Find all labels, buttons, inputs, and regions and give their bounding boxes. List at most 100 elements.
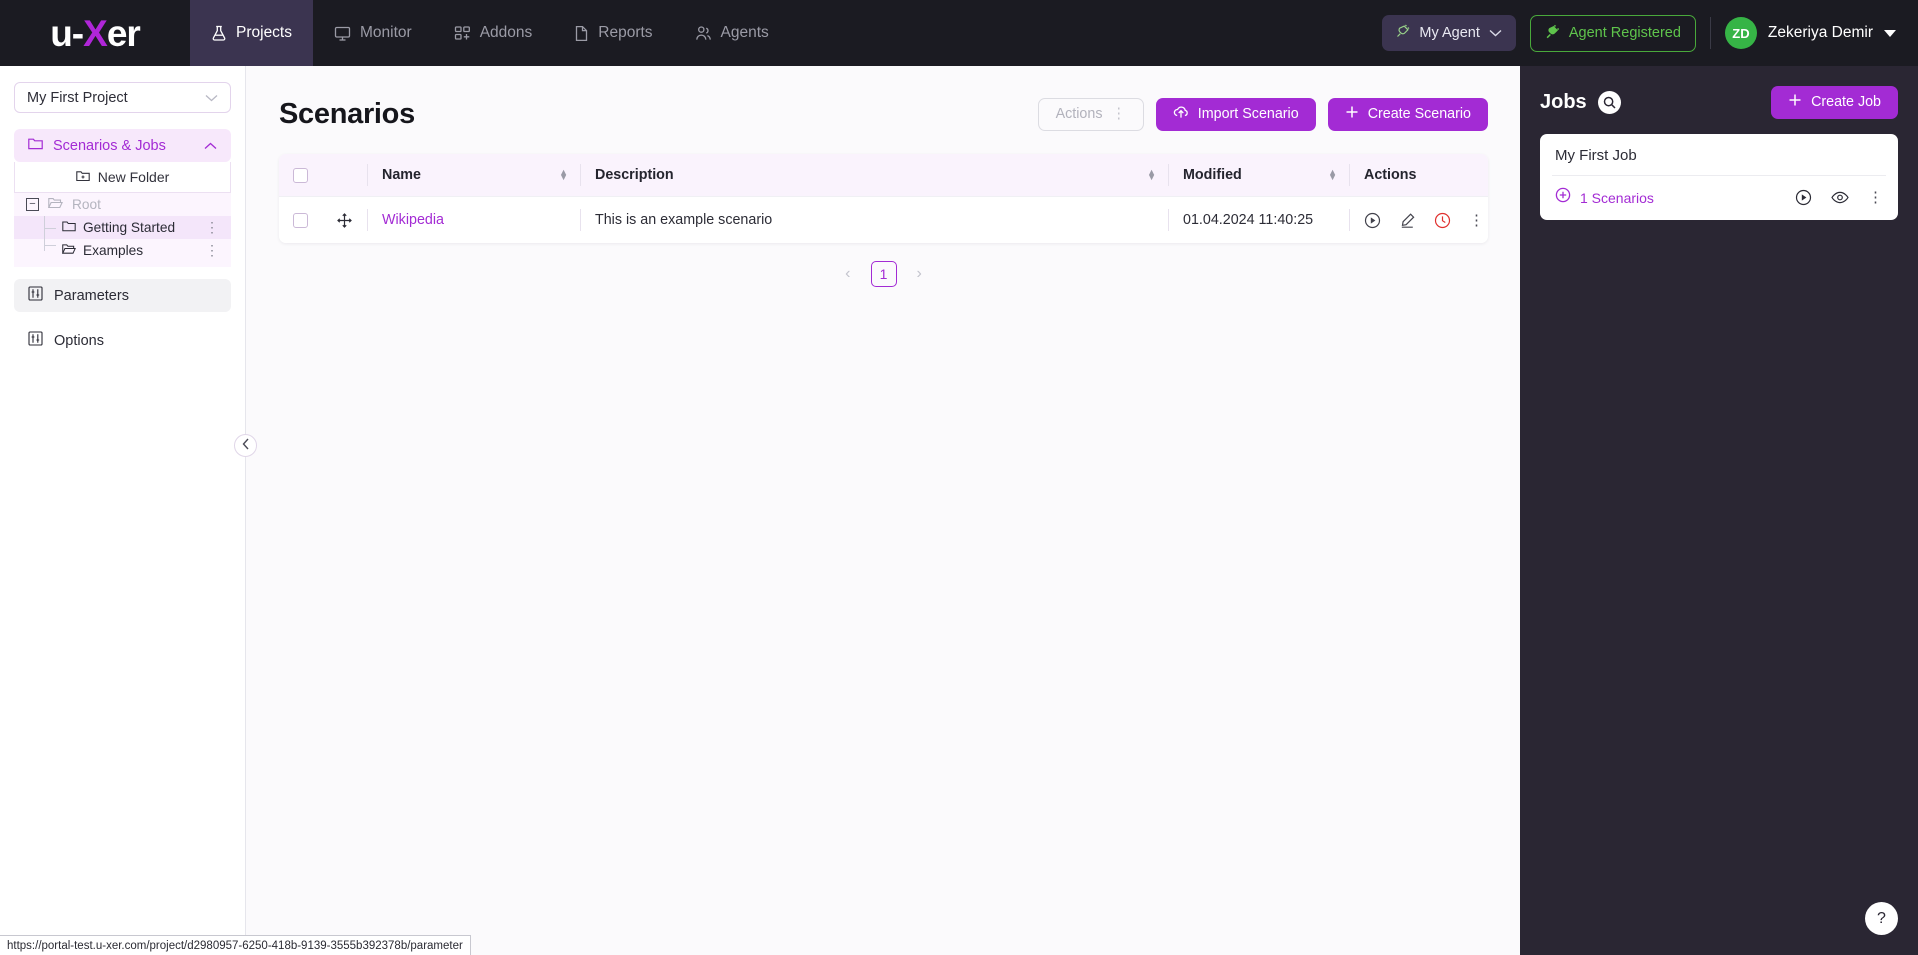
tree-item-label: Root: [72, 197, 101, 212]
status-bar: https://portal-test.u-xer.com/project/d2…: [0, 935, 471, 955]
import-scenario-label: Import Scenario: [1197, 106, 1299, 122]
cell-name: Wikipedia: [368, 212, 580, 228]
select-all-cell: [279, 167, 321, 183]
people-icon: [695, 25, 712, 42]
nav-item-addons[interactable]: Addons: [433, 0, 554, 66]
jobs-header: Jobs Create Job: [1540, 84, 1898, 120]
sidebar-collapse-button[interactable]: [234, 434, 257, 457]
body-row: My First Project Scenarios & Jobs New Fo…: [0, 66, 1918, 955]
table-row[interactable]: Wikipedia This is an example scenario 01…: [279, 196, 1488, 243]
agent-status-badge[interactable]: Agent Registered: [1529, 14, 1696, 52]
tree-connector: [44, 216, 56, 239]
app-root: u-Xer Projects Monitor Addons Reports Ag…: [0, 0, 1918, 955]
create-job-button[interactable]: Create Job: [1771, 85, 1898, 119]
search-icon[interactable]: [1597, 90, 1621, 114]
tree-connector: [44, 239, 56, 251]
column-header-name[interactable]: Name ▲ ▼: [368, 167, 580, 183]
pagination-next[interactable]: ›: [913, 265, 926, 283]
folder-open-icon: [47, 197, 63, 212]
monitor-icon: [334, 25, 351, 42]
scenario-link[interactable]: Wikipedia: [382, 212, 444, 228]
column-header-description[interactable]: Description ▲ ▼: [581, 167, 1168, 183]
job-card-divider: [1552, 175, 1886, 176]
collapse-toggle-icon[interactable]: −: [26, 198, 39, 211]
logo-text-pre: u-: [50, 12, 84, 54]
folder-open-icon: [61, 243, 76, 258]
import-scenario-button[interactable]: Import Scenario: [1155, 97, 1316, 131]
folder-icon: [28, 137, 43, 154]
chevron-down-icon: [1489, 25, 1502, 41]
sidebar-item-options[interactable]: Options: [14, 324, 231, 357]
run-icon[interactable]: [1795, 189, 1812, 206]
schedule-icon[interactable]: [1434, 212, 1451, 229]
job-card-actions: ⋮: [1795, 189, 1883, 206]
page-header: Scenarios Actions ⋮ Import Scenario Crea…: [279, 88, 1488, 140]
tree-item-root[interactable]: − Root: [14, 193, 231, 216]
nav-item-label: Monitor: [360, 24, 412, 41]
row-more-icon[interactable]: ⋮: [1469, 213, 1484, 228]
logo-text: u-Xer: [50, 12, 141, 54]
more-icon: ⋮: [1111, 106, 1126, 122]
app-logo[interactable]: u-Xer: [0, 0, 190, 66]
pagination: ‹ 1 ›: [279, 261, 1488, 287]
agent-selector-label: My Agent: [1419, 25, 1480, 41]
sliders-icon: [28, 286, 43, 305]
nav-item-label: Addons: [479, 24, 533, 41]
column-header-label: Description: [595, 167, 674, 183]
tree-item-more-icon[interactable]: ⋮: [205, 219, 219, 236]
job-scenario-count[interactable]: 1 Scenarios: [1580, 190, 1654, 206]
chevron-left-icon: [242, 438, 250, 453]
chevron-down-icon: [205, 90, 218, 106]
sidebar-item-label: Options: [54, 332, 104, 349]
sort-icon[interactable]: ▲ ▼: [1147, 168, 1156, 182]
nav-right-cluster: My Agent Agent Registered ZD Zekeriya De…: [1382, 0, 1918, 66]
main-content: Scenarios Actions ⋮ Import Scenario Crea…: [246, 66, 1520, 955]
project-select[interactable]: My First Project: [14, 82, 231, 113]
nav-item-agents[interactable]: Agents: [674, 0, 790, 66]
chevron-down-icon: [1884, 29, 1896, 37]
user-menu[interactable]: ZD Zekeriya Demir: [1724, 17, 1896, 49]
column-header-modified[interactable]: Modified ▲ ▼: [1169, 167, 1349, 183]
job-card[interactable]: My First Job 1 Scenarios ⋮: [1540, 134, 1898, 220]
jobs-panel: Jobs Create Job My First Job 1 Scenarios: [1520, 66, 1918, 955]
new-folder-button[interactable]: New Folder: [14, 162, 231, 193]
pagination-page-1[interactable]: 1: [870, 261, 897, 287]
sidebar-item-label: Parameters: [54, 287, 129, 304]
avatar: ZD: [1724, 17, 1757, 49]
view-icon[interactable]: [1831, 191, 1849, 204]
cell-description: This is an example scenario: [595, 212, 773, 228]
row-checkbox[interactable]: [292, 212, 308, 228]
actions-button-label: Actions: [1055, 106, 1103, 122]
job-card-footer: 1 Scenarios ⋮: [1555, 187, 1883, 208]
sidebar-item-parameters[interactable]: Parameters: [14, 279, 231, 312]
actions-button[interactable]: Actions ⋮: [1037, 97, 1144, 131]
cloud-upload-icon: [1173, 105, 1189, 123]
nav-divider: [1709, 17, 1711, 49]
grid-icon: [454, 25, 471, 42]
page-actions: Actions ⋮ Import Scenario Create Scenari…: [1037, 97, 1488, 131]
agent-selector[interactable]: My Agent: [1382, 15, 1516, 51]
sort-icon[interactable]: ▲ ▼: [559, 168, 568, 182]
edit-icon[interactable]: [1399, 212, 1416, 229]
tree-item-getting-started[interactable]: Getting Started ⋮: [14, 216, 231, 239]
job-more-icon[interactable]: ⋮: [1868, 190, 1883, 205]
create-job-label: Create Job: [1811, 94, 1881, 110]
chevron-up-icon: [204, 138, 217, 154]
nav-item-reports[interactable]: Reports: [553, 0, 673, 66]
folder-tree-panel: New Folder − Root Getting Started ⋮ Exam…: [14, 162, 231, 267]
sort-icon[interactable]: ▲ ▼: [1328, 168, 1337, 182]
nav-item-projects[interactable]: Projects: [190, 0, 313, 66]
create-scenario-button[interactable]: Create Scenario: [1327, 97, 1488, 131]
drag-handle[interactable]: [321, 212, 367, 228]
tree-item-more-icon[interactable]: ⋮: [205, 242, 219, 259]
help-button[interactable]: ?: [1865, 902, 1898, 935]
select-all-checkbox[interactable]: [292, 167, 308, 183]
run-icon[interactable]: [1364, 212, 1381, 229]
pagination-prev[interactable]: ‹: [841, 265, 854, 283]
tree-item-examples[interactable]: Examples ⋮: [14, 239, 231, 262]
plus-icon: [1345, 105, 1359, 123]
job-name: My First Job: [1555, 147, 1637, 164]
sidebar-group-scenarios-jobs[interactable]: Scenarios & Jobs: [14, 129, 231, 162]
nav-item-monitor[interactable]: Monitor: [313, 0, 433, 66]
add-circle-icon[interactable]: [1555, 187, 1571, 208]
